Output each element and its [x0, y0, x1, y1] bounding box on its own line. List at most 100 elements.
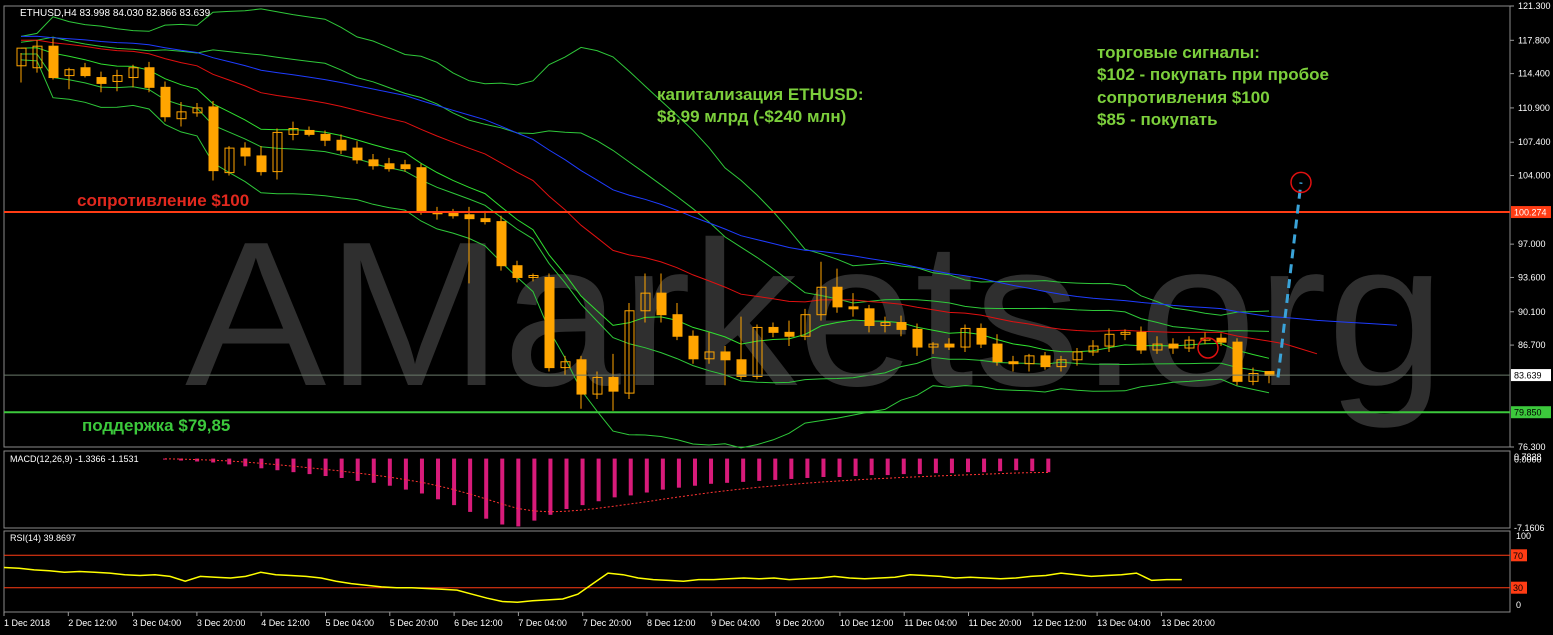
macd-bar [837, 458, 842, 478]
macd-bar [917, 458, 922, 475]
macd-bar [853, 458, 858, 477]
candle-body [608, 376, 619, 392]
candle-body [96, 77, 107, 84]
macd-bar [757, 458, 762, 481]
candle-body [736, 359, 747, 377]
candle-body [544, 276, 555, 369]
cap-line2: $8,99 млрд (-$240 млн) [657, 107, 846, 126]
macd-bar [1014, 458, 1019, 471]
macd-bar [676, 458, 681, 488]
y-tick-label: 93.600 [1518, 272, 1546, 282]
x-tick-label: 10 Dec 12:00 [840, 618, 894, 628]
support-price-tag: 79.850 [1514, 408, 1542, 418]
sig-line1: торговые сигналы: [1097, 43, 1260, 62]
candle-body [496, 221, 507, 267]
candle-body [48, 45, 59, 79]
candle-body [384, 163, 395, 170]
macd-bar [484, 458, 489, 519]
y-tick-label: 114.400 [1518, 69, 1550, 79]
y-tick-label: 121.300 [1518, 1, 1551, 11]
macd-bar [885, 458, 890, 476]
sig-line3: сопротивления $100 [1097, 88, 1270, 107]
macd-bar [998, 458, 1003, 472]
x-tick-label: 9 Dec 04:00 [711, 618, 760, 628]
x-tick-label: 11 Dec 20:00 [969, 618, 1022, 628]
support-label: поддержка $79,85 [82, 416, 230, 435]
x-tick-label: 13 Dec 20:00 [1161, 618, 1215, 628]
macd-bar [949, 458, 954, 474]
candle-body [448, 212, 459, 217]
candle-body [656, 292, 667, 316]
macd-y-label: 0.7828 [1514, 452, 1542, 462]
macd-bar [741, 458, 746, 482]
candle-body [672, 314, 683, 337]
macd-bar [805, 458, 810, 478]
candle-body [944, 343, 955, 348]
candle-body [480, 218, 491, 223]
candle-body [1216, 337, 1227, 343]
candle-body [320, 133, 331, 141]
candle-body [400, 164, 411, 170]
candle-body [864, 308, 875, 326]
x-tick-label: 3 Dec 04:00 [133, 618, 182, 628]
rsi-level-tag: 70 [1513, 551, 1523, 561]
macd-bar [580, 458, 585, 506]
candle-body [1008, 361, 1019, 365]
y-tick-label: 76.300 [1518, 442, 1546, 452]
main-info: ETHUSD,H4 83.998 84.030 82.866 83.639 [20, 8, 211, 19]
macd-bar [516, 458, 521, 527]
candle-body [304, 129, 315, 135]
y-tick-label: 86.700 [1518, 340, 1546, 350]
macd-bar [355, 458, 360, 481]
macd-bar [548, 458, 553, 515]
last-price-tag: 83.639 [1514, 371, 1542, 381]
macd-label: MACD(12,26,9) -1.3366 -1.1531 [10, 454, 139, 464]
macd-bar [419, 458, 424, 494]
rsi-panel: 100 70 30 0 [3, 531, 1531, 610]
candle-body [144, 67, 155, 88]
y-tick-label: 90.100 [1518, 307, 1546, 317]
macd-bar [323, 458, 328, 477]
candle-body [1040, 355, 1051, 368]
macd-bar [1030, 458, 1035, 472]
macd-bar [339, 458, 344, 478]
candle-body [160, 86, 171, 118]
x-tick-label: 8 Dec 12:00 [647, 618, 696, 628]
rsi-y-label: 0 [1516, 600, 1521, 610]
x-tick-label: 12 Dec 12:00 [1033, 618, 1087, 628]
macd-bar [612, 458, 617, 498]
macd-bar [291, 458, 296, 473]
resistance-price-tag: 100.274 [1514, 208, 1547, 218]
candle-body [896, 322, 907, 330]
macd-bar [452, 458, 457, 506]
x-tick-label: 4 Dec 12:00 [261, 618, 310, 628]
x-tick-label: 2 Dec 12:00 [68, 618, 117, 628]
macd-bar [869, 458, 874, 476]
y-tick-label: 117.800 [1518, 35, 1550, 45]
x-tick-label: 5 Dec 20:00 [390, 618, 439, 628]
macd-bar [933, 458, 938, 474]
y-tick-label: 97.000 [1518, 239, 1546, 249]
x-tick-label: 6 Dec 12:00 [454, 618, 503, 628]
sig-line2: $102 - покупать при пробое [1097, 65, 1329, 84]
macd-bar [468, 458, 473, 512]
x-tick-label: 13 Dec 04:00 [1097, 618, 1151, 628]
candle-body [336, 139, 347, 151]
candle-body [416, 167, 427, 213]
x-tick-label: 3 Dec 20:00 [197, 618, 246, 628]
macd-bar [1046, 458, 1051, 473]
y-tick-label: 110.900 [1518, 103, 1550, 113]
candle-body [688, 335, 699, 360]
macd-bar [709, 458, 714, 484]
candle-body [976, 327, 987, 345]
macd-panel: 0.00000.7828-7.1606 [163, 452, 1545, 533]
macd-bar [901, 458, 906, 475]
macd-bar [564, 458, 569, 509]
candle-body [720, 351, 731, 361]
rsi-label: RSI(14) 39.8697 [10, 533, 76, 543]
macd-bar [403, 458, 408, 490]
macd-signal [164, 458, 1049, 513]
candle-body [768, 326, 779, 333]
candle-body [256, 155, 267, 173]
candle-body [368, 159, 379, 167]
